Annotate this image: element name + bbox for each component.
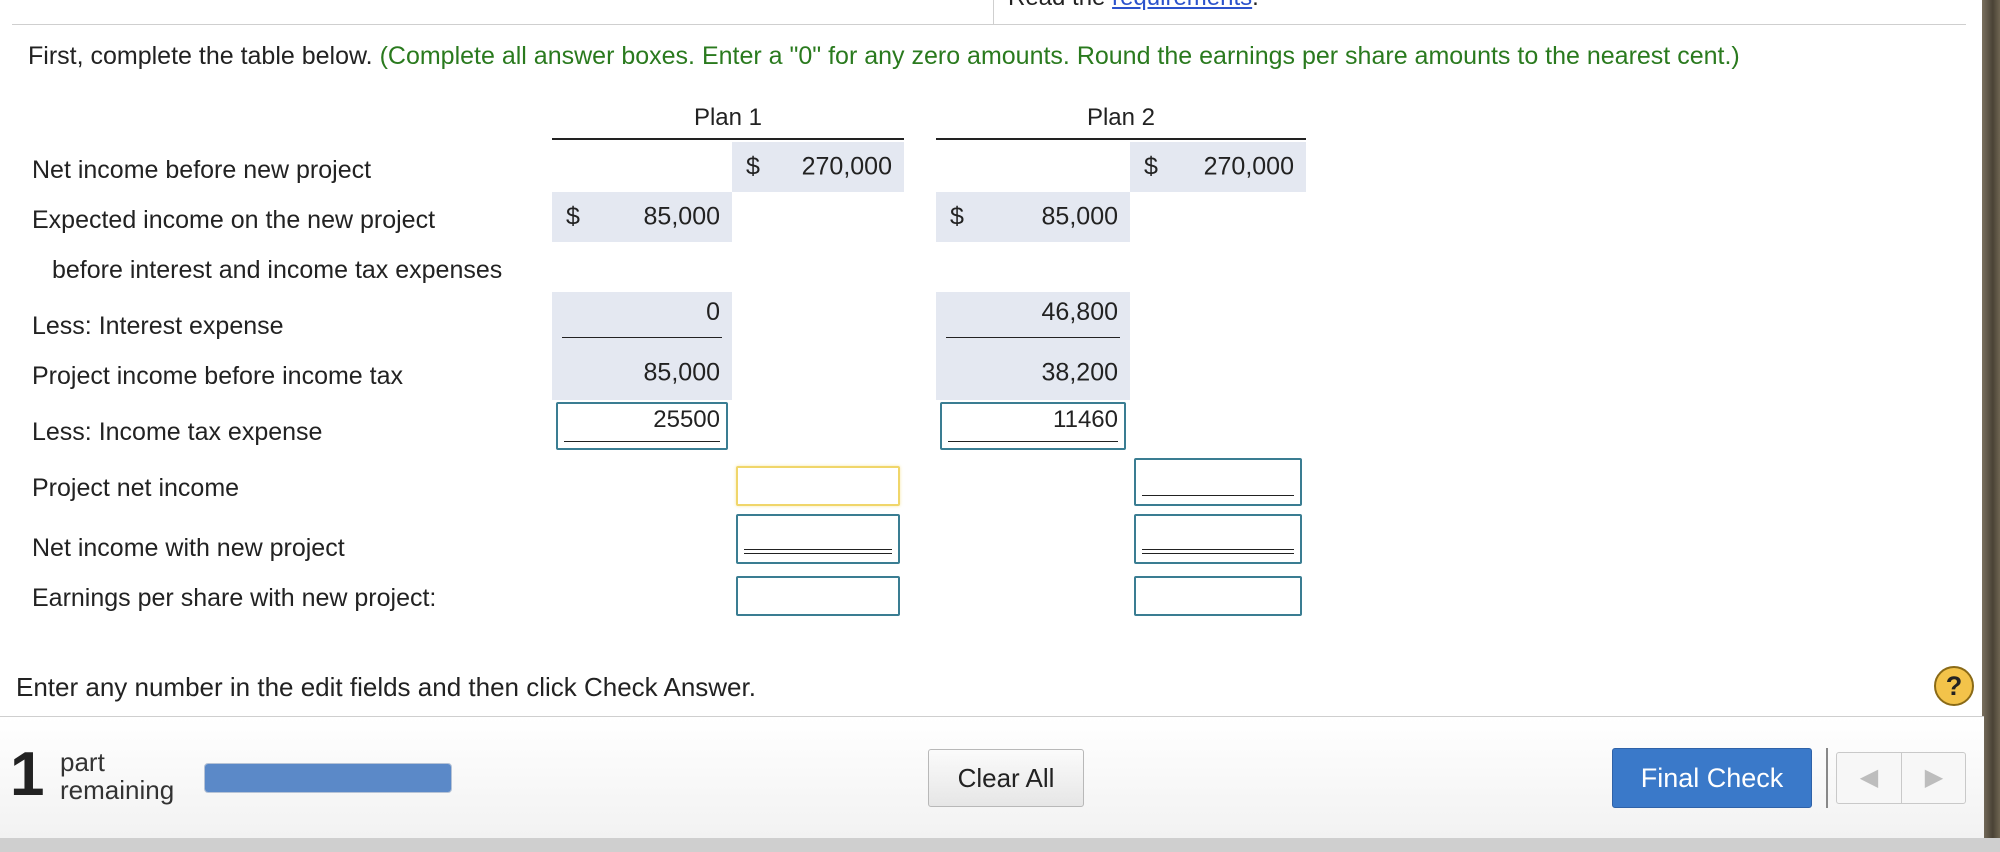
plan1-project-net-input[interactable] bbox=[736, 466, 900, 506]
instructions-lead: First, complete the table below. bbox=[28, 42, 373, 70]
subtotal-underline bbox=[562, 337, 722, 338]
top-divider bbox=[993, 0, 994, 24]
input-underline bbox=[1142, 494, 1294, 496]
cell-value: 85,000 bbox=[643, 202, 720, 231]
parts-remaining-label: part remaining bbox=[60, 747, 175, 805]
clear-all-button[interactable]: Clear All bbox=[928, 749, 1084, 807]
next-arrow-icon[interactable]: ▶ bbox=[1902, 753, 1966, 803]
currency-symbol: $ bbox=[566, 202, 580, 231]
plan1-pretax: 85,000 bbox=[552, 346, 732, 400]
subtotal-underline bbox=[946, 337, 1120, 338]
plan1-eps-input[interactable] bbox=[736, 576, 900, 616]
plan1-net-income-before: $ 270,000 bbox=[732, 142, 904, 192]
question-nav: ◀ ▶ bbox=[1836, 752, 1966, 804]
instructions-hint: (Complete all answer boxes. Enter a "0" … bbox=[379, 42, 1740, 70]
cell-value: 270,000 bbox=[801, 152, 892, 181]
double-underline-top bbox=[744, 548, 892, 550]
plan1-header: Plan 1 bbox=[693, 104, 763, 131]
cell-value: 0 bbox=[706, 298, 720, 326]
double-underline-bottom bbox=[1142, 552, 1294, 554]
cell-value: 46,800 bbox=[1041, 298, 1118, 326]
window-edge-bottom bbox=[0, 838, 2000, 852]
plan2-net-income-before: $ 270,000 bbox=[1130, 142, 1306, 192]
plan1-net-with-project-input[interactable] bbox=[736, 514, 900, 564]
plan2-project-net-input[interactable] bbox=[1134, 458, 1302, 506]
progress-bar bbox=[204, 763, 452, 793]
plan2-header-rule bbox=[936, 138, 1306, 140]
nav-divider bbox=[1826, 748, 1828, 808]
row-label-pretax: Project income before income tax bbox=[32, 362, 404, 390]
currency-symbol: $ bbox=[1144, 152, 1158, 181]
plan2-header: Plan 2 bbox=[1086, 104, 1156, 131]
double-underline-top bbox=[1142, 548, 1294, 550]
parts-remaining-count: 1 bbox=[10, 740, 45, 809]
row-label-interest: Less: Interest expense bbox=[32, 312, 284, 340]
row-label-expected-income: Expected income on the new project bbox=[32, 206, 436, 234]
plan1-header-rule bbox=[552, 138, 904, 140]
input-value: 11460 bbox=[1053, 406, 1118, 433]
row-label-project-net: Project net income bbox=[32, 474, 240, 502]
plan2-eps-input[interactable] bbox=[1134, 576, 1302, 616]
row-label-tax: Less: Income tax expense bbox=[32, 418, 323, 446]
cell-value: 85,000 bbox=[643, 358, 720, 387]
row-label-net-with-project: Net income with new project bbox=[32, 534, 345, 562]
row-label-expected-income-cont: before interest and income tax expenses bbox=[52, 256, 503, 284]
plan2-tax-input[interactable]: 11460 bbox=[940, 402, 1126, 450]
row-label-net-income-before: Net income before new project bbox=[32, 156, 372, 184]
cell-value: 270,000 bbox=[1203, 152, 1294, 181]
previous-arrow-icon[interactable]: ◀ bbox=[1837, 753, 1902, 803]
instructions: First, complete the table below. (Comple… bbox=[28, 42, 1740, 71]
plan2-expected-income: $ 85,000 bbox=[936, 192, 1130, 242]
input-underline bbox=[948, 440, 1118, 442]
plan1-tax-input[interactable]: 25500 bbox=[556, 402, 728, 450]
plan2-net-with-project-input[interactable] bbox=[1134, 514, 1302, 564]
final-check-button[interactable]: Final Check bbox=[1612, 748, 1812, 808]
enter-message: Enter any number in the edit fields and … bbox=[16, 672, 756, 702]
input-underline bbox=[564, 440, 720, 442]
plan2-interest: 46,800 bbox=[936, 292, 1130, 346]
double-underline-bottom bbox=[744, 552, 892, 554]
plan2-pretax: 38,200 bbox=[936, 346, 1130, 400]
requirements-link[interactable]: requirements bbox=[1112, 0, 1252, 11]
header-rule bbox=[12, 24, 1966, 25]
currency-symbol: $ bbox=[950, 202, 964, 231]
help-button[interactable]: ? bbox=[1934, 666, 1974, 706]
row-label-eps: Earnings per share with new project: bbox=[32, 584, 437, 612]
cell-value: 85,000 bbox=[1041, 202, 1118, 231]
plan1-expected-income: $ 85,000 bbox=[552, 192, 732, 242]
requirements-fragment: Read the requirements. bbox=[1008, 0, 1259, 12]
cell-value: 38,200 bbox=[1041, 358, 1118, 387]
input-value: 25500 bbox=[653, 406, 720, 433]
currency-symbol: $ bbox=[746, 152, 760, 181]
window-edge-right bbox=[1982, 0, 2000, 852]
plan1-interest: 0 bbox=[552, 292, 732, 346]
progress-fill bbox=[205, 764, 451, 792]
